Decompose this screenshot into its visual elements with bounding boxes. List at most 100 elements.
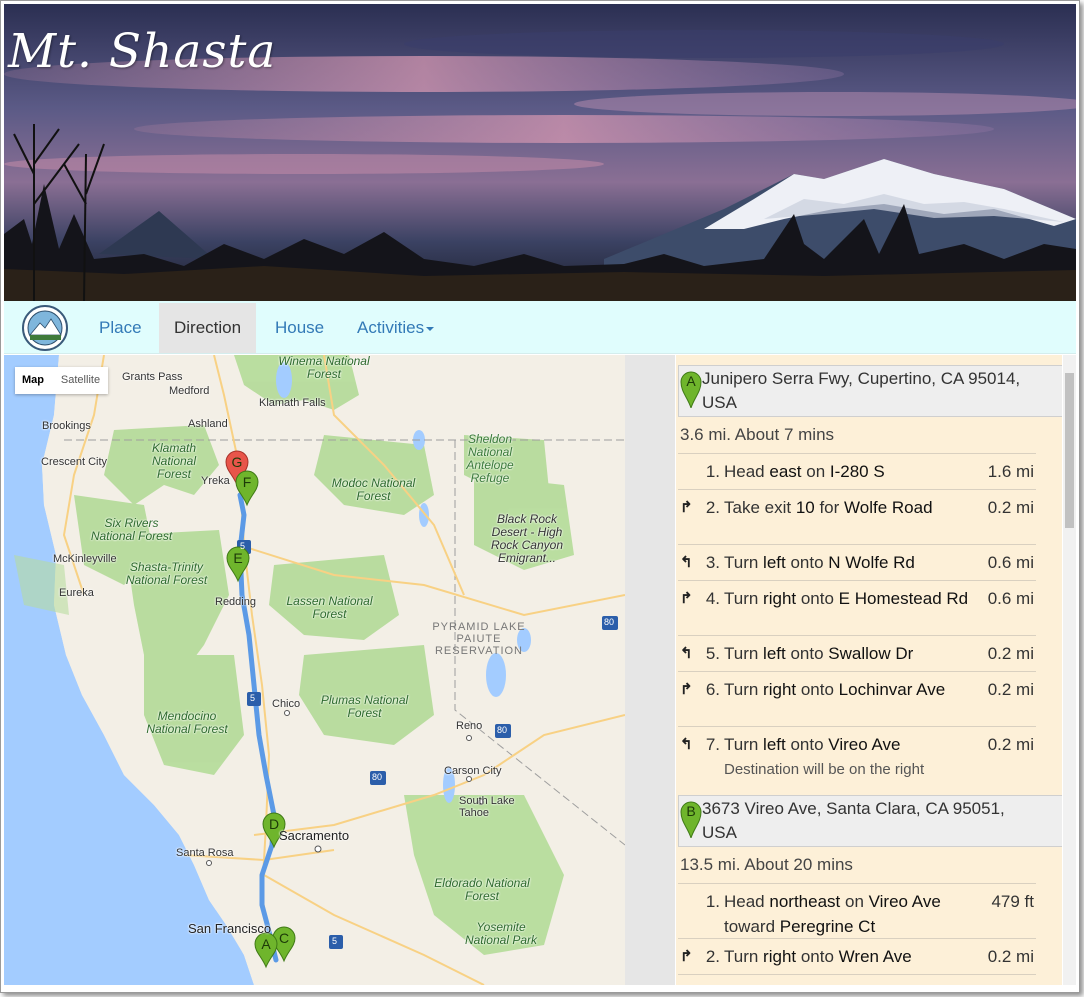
step-distance: 0.2 mi (987, 498, 1034, 517)
direction-step[interactable]: ↱ 4. Turn right onto E Homestead Rd 0.6 … (678, 580, 1036, 636)
waypoint-address: Junipero Serra Fwy, Cupertino, CA 95014,… (702, 369, 1021, 412)
scrollbar-thumb[interactable] (1065, 373, 1074, 528)
step-text: Turn (724, 589, 764, 608)
city-seal-logo[interactable] (21, 304, 69, 352)
nav-direction[interactable]: Direction (159, 303, 257, 353)
waypoint-address: 3673 Vireo Ave, Santa Clara, CA 95051, U… (702, 799, 1005, 842)
map-type-control: Map Satellite (15, 367, 108, 394)
map-label: Chico (272, 698, 301, 710)
step-text: toward (724, 917, 780, 936)
step-text: Turn (724, 644, 764, 663)
step-instruction: Continue straight onto Lawrence Expy (724, 980, 980, 985)
interstate-80-label: 80 (497, 725, 508, 735)
step-number: 5. (705, 644, 720, 663)
step-highlight: Wolfe Road (844, 498, 933, 517)
step-text: onto (796, 680, 839, 699)
waypoint-a[interactable]: A Junipero Serra Fwy, Cupertino, CA 9501… (678, 365, 1062, 417)
map-type-satellite-button[interactable]: Satellite (53, 367, 108, 394)
marker-letter: B (686, 803, 695, 819)
step-instruction: Turn left onto N Wolfe Rd (724, 550, 980, 575)
step-instruction: Turn right onto E Homestead Rd (724, 586, 980, 611)
step-text: onto (785, 735, 829, 754)
park-label: Eldorado National Forest (434, 876, 530, 903)
step-number: 2. (705, 498, 720, 517)
turn-arrow-icon: ↰ (680, 645, 693, 662)
step-text: Turn (724, 680, 764, 699)
park-label: Klamath National Forest (151, 441, 197, 481)
turn-arrow-icon: ↱ (680, 590, 693, 607)
direction-step[interactable]: ↱ 2. Take exit 10 for Wolfe Road 0.2 mi (678, 489, 1036, 545)
map-label: McKinleyville (53, 553, 117, 565)
step-distance: 0.2 mi (987, 680, 1034, 699)
turn-arrow-icon: ↱ (680, 948, 693, 965)
step-instruction: Turn left onto Swallow Dr (724, 641, 980, 666)
step-highlight: left (763, 735, 786, 754)
step-highlight: left (763, 644, 786, 663)
interstate-80-label: 80 (372, 772, 383, 782)
step-instruction: Turn right onto Lochinvar Ave (724, 677, 980, 702)
map-label: Klamath Falls (259, 397, 326, 409)
map-marker-label: D (269, 816, 279, 832)
nav-activities-dropdown[interactable]: Activities (342, 303, 449, 353)
map-label: South Lake Tahoe (459, 795, 515, 819)
map-type-map-button[interactable]: Map (15, 367, 51, 394)
direction-step[interactable]: ↑ 3. Continue straight onto Lawrence Exp… (678, 974, 1036, 985)
step-number: 3. (700, 980, 720, 985)
direction-step[interactable]: ↱ 6. Turn right onto Lochinvar Ave 0.2 m… (678, 671, 1036, 727)
map-label: Eureka (59, 587, 94, 599)
step-highlight: right (763, 947, 797, 966)
marker-letter: A (686, 373, 696, 389)
route-map[interactable]: GF E D CA Map Satellite Grants Pass Medford… (4, 355, 625, 985)
nav-house[interactable]: House (260, 303, 339, 353)
map-label: Crescent City (41, 456, 108, 468)
step-number: 2. (705, 947, 720, 966)
step-text: onto (796, 589, 839, 608)
park-label: Lassen National Forest (286, 594, 373, 621)
step-instruction: Head northeast on Vireo Ave toward Pereg… (724, 889, 980, 939)
park-label: Plumas National Forest (320, 693, 409, 720)
map-label: San Francisco (188, 921, 272, 936)
step-highlight: 10 (795, 498, 815, 517)
step-highlight: Wren Ave (838, 947, 912, 966)
waypoint-b[interactable]: B 3673 Vireo Ave, Santa Clara, CA 95051,… (678, 795, 1062, 847)
interstate-80-label: 80 (604, 617, 615, 627)
park-label: Modoc National Forest (331, 476, 416, 503)
step-highlight: east (769, 462, 802, 481)
nav-place[interactable]: Place (84, 303, 157, 353)
turn-arrow-icon: ↰ (680, 736, 693, 753)
direction-step[interactable]: 1. Head northeast on Vireo Ave toward Pe… (678, 883, 1036, 939)
step-instruction: Take exit 10 for Wolfe Road (724, 495, 980, 520)
step-highlight: northeast (769, 892, 841, 911)
leg-summary: 3.6 mi. About 7 mins (680, 425, 835, 444)
step-instruction: Turn right onto Wren Ave (724, 944, 980, 969)
step-text: Head (724, 892, 770, 911)
directions-scrollbar[interactable] (1063, 355, 1076, 985)
map-label: Medford (169, 385, 210, 397)
park-label: Mendocino National Forest (146, 709, 228, 736)
step-highlight: N Wolfe Rd (828, 553, 915, 572)
directions-panel[interactable]: A Junipero Serra Fwy, Cupertino, CA 9501… (676, 355, 1062, 985)
step-distance: 1.3 mi (988, 980, 1034, 985)
step-note: Destination will be on the right (724, 761, 925, 778)
step-highlight: E Homestead Rd (838, 589, 969, 608)
turn-arrow-icon: ↱ (680, 681, 693, 698)
step-text: for (814, 498, 845, 517)
map-label: Grants Pass (122, 371, 183, 383)
direction-step[interactable]: ↰ 3. Turn left onto N Wolfe Rd 0.6 mi (678, 544, 1036, 581)
step-highlight: right (763, 680, 797, 699)
step-text: Turn (724, 735, 764, 754)
direction-step[interactable]: ↱ 2. Turn right onto Wren Ave 0.2 mi (678, 938, 1036, 975)
page-frame: Mt. Shasta Place Direction House Activit… (0, 0, 1080, 993)
step-text: on (801, 462, 830, 481)
map-label: Carson City (444, 765, 502, 777)
direction-step[interactable]: ↰ 7. Turn left onto Vireo Ave 0.2 mi Dest… (678, 726, 1036, 782)
step-text: onto (796, 947, 839, 966)
step-number: 4. (705, 589, 720, 608)
step-highlight: I-280 S (829, 462, 885, 481)
direction-step[interactable]: 1. Head east on I-280 S 1.6 mi (678, 453, 1036, 490)
step-highlight: left (763, 553, 786, 572)
step-number: 7. (705, 735, 720, 754)
direction-step[interactable]: ↰ 5. Turn left onto Swallow Dr 0.2 mi (678, 635, 1036, 672)
park-label: Yosemite National Park (464, 920, 538, 947)
interstate-5-label: 5 (332, 936, 338, 946)
